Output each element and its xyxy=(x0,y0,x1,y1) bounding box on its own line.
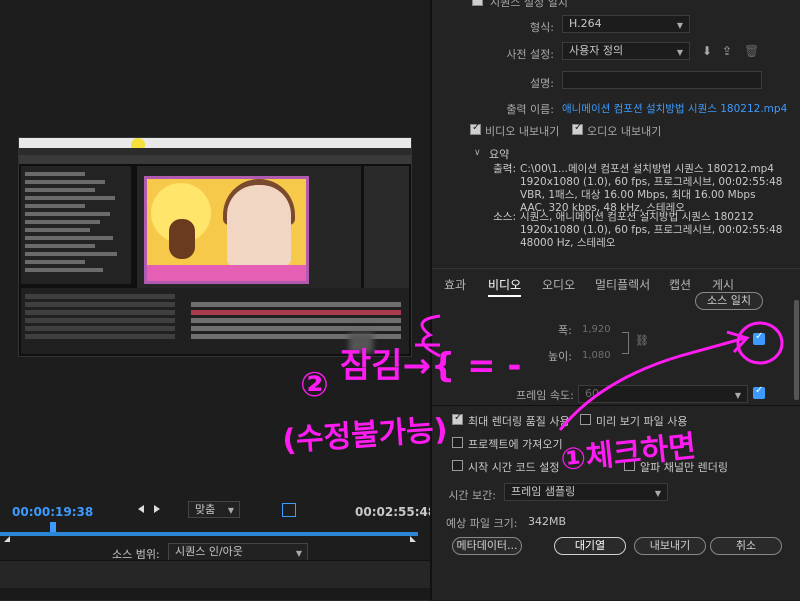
summary-output-line-3: VBR, 1패스, 대상 16.00 Mbps, 최대 16.00 Mbps xyxy=(520,189,756,201)
chevron-down-icon: ▼ xyxy=(734,391,741,400)
source-range-bar[interactable] xyxy=(0,532,418,536)
export-settings-panel: 시퀀스 설정 일치 형식: H.264▼ 사전 설정: 사용자 정의▼ ⬇ ⇪ … xyxy=(430,0,800,600)
chain-link-icon[interactable]: ⛓ xyxy=(635,334,649,347)
summary-output-line-2: 1920x1080 (1.0), 60 fps, 프로그레시브, 00:02:5… xyxy=(520,176,783,188)
fit-select-value: 맞춤 xyxy=(195,503,216,516)
frame-rate-label: 프레임 속도: xyxy=(516,389,574,402)
preview-panel: 00:00:19:38 맞춤 ▼ 00:02:55:48 소스 범위: 시퀀스 인… xyxy=(0,0,436,561)
preview-titlebar xyxy=(19,138,411,148)
tab-audio[interactable]: 오디오 xyxy=(542,276,575,293)
match-frame-rate-checkbox[interactable] xyxy=(753,385,765,399)
import-into-project-checkbox[interactable] xyxy=(452,437,463,448)
fit-select[interactable]: 맞춤 ▼ xyxy=(188,501,240,518)
settings-scrollbar[interactable] xyxy=(794,300,799,400)
summary-source-label: 소스: xyxy=(493,211,516,223)
preset-value: 사용자 정의 xyxy=(569,44,624,57)
current-time-display[interactable]: 00:00:19:38 xyxy=(12,505,93,519)
import-into-project-label: 프로젝트에 가져오기 xyxy=(468,438,563,451)
tab-multiplexer[interactable]: 멀티플렉서 xyxy=(595,276,650,293)
end-time-display: 00:02:55:48 xyxy=(355,505,437,519)
format-label: 형식: xyxy=(530,21,554,34)
preview-toolbar xyxy=(19,155,411,164)
artwork-floor xyxy=(147,265,306,281)
mark-in-icon[interactable] xyxy=(138,505,144,513)
preview-right-column xyxy=(364,166,409,288)
chevron-down-icon: ▼ xyxy=(676,48,683,57)
preview-artwork xyxy=(144,176,309,284)
max-render-quality-label: 최대 렌더링 품질 사용 xyxy=(468,415,570,428)
artwork-character xyxy=(169,219,195,259)
annotation-circle-two: ② xyxy=(300,365,329,405)
time-interpolation-label: 시간 보간: xyxy=(448,489,496,502)
use-previews-checkbox[interactable] xyxy=(580,414,591,425)
file-size-value: 342MB xyxy=(528,515,567,528)
preset-label: 사전 설정: xyxy=(506,48,554,61)
format-select[interactable]: H.264 ▼ xyxy=(562,15,690,33)
export-audio-checkbox[interactable] xyxy=(572,122,583,135)
chevron-down-icon: ▼ xyxy=(227,506,234,515)
aspect-toggle-button[interactable] xyxy=(282,503,296,517)
output-name-link[interactable]: 애니메이션 컴포션 설치방법 시퀀스 180212.mp4 xyxy=(562,101,787,116)
metadata-button[interactable]: 메타데이터... xyxy=(452,537,522,555)
chevron-down-icon: ▼ xyxy=(676,21,683,30)
summary-title: 요약 xyxy=(489,148,510,161)
export-button[interactable]: 내보내기 xyxy=(634,537,706,555)
save-preset-icon[interactable]: ⬇ xyxy=(702,44,712,58)
set-start-timecode-checkbox[interactable] xyxy=(452,460,463,471)
divider xyxy=(432,268,800,269)
frame-rate-select[interactable]: 60 ▼ xyxy=(578,385,748,403)
range-start-handle-icon[interactable] xyxy=(4,536,10,542)
match-dimensions-checkbox[interactable] xyxy=(753,331,765,345)
max-render-quality-checkbox[interactable] xyxy=(452,412,463,425)
time-interpolation-select[interactable]: 프레임 샘플링 ▼ xyxy=(504,483,668,501)
mark-out-icon[interactable] xyxy=(154,505,160,513)
set-start-timecode-label: 시작 시간 코드 설정 xyxy=(468,461,560,474)
width-label: 폭: xyxy=(558,324,572,337)
artwork-girl xyxy=(227,185,291,267)
range-end-handle-icon[interactable] xyxy=(410,536,416,542)
preview-menubar xyxy=(19,148,411,155)
export-video-checkbox[interactable] xyxy=(470,122,481,135)
frame-rate-value: 60 xyxy=(585,387,599,400)
summary-output-label: 출력: xyxy=(493,163,516,175)
dimension-link-bracket xyxy=(622,332,629,354)
match-sequence-checkbox[interactable] xyxy=(472,0,483,6)
cancel-button[interactable]: 취소 xyxy=(710,537,782,555)
delete-preset-icon[interactable]: 🗑 xyxy=(744,44,759,58)
export-video-label: 비디오 내보내기 xyxy=(485,125,560,138)
time-interpolation-value: 프레임 샘플링 xyxy=(511,485,576,498)
comments-input[interactable] xyxy=(562,71,762,89)
height-label: 높이: xyxy=(548,350,572,363)
preset-select[interactable]: 사용자 정의 ▼ xyxy=(562,42,690,60)
tab-video[interactable]: 비디오 xyxy=(488,276,522,297)
playhead-icon[interactable] xyxy=(50,522,56,532)
export-audio-label: 오디오 내보내기 xyxy=(587,125,662,138)
file-size-label: 예상 파일 크기: xyxy=(446,517,518,530)
comments-label: 설명: xyxy=(530,77,554,90)
summary-source-line-3: 48000 Hz, 스테레오 xyxy=(520,237,616,249)
source-range-select[interactable]: 시퀀스 인/아웃 ▼ xyxy=(168,543,308,561)
queue-button[interactable]: 대기열 xyxy=(554,537,626,555)
source-preview-image xyxy=(18,137,412,357)
summary-output-line-1: C:\00\1...메이션 컴포션 설치방법 시퀀스 180212.mp4 xyxy=(520,163,774,175)
match-source-button[interactable]: 소스 일치 xyxy=(695,292,763,310)
tab-effects[interactable]: 효과 xyxy=(444,276,466,293)
height-value[interactable]: 1,080 xyxy=(582,350,611,361)
summary-source-line-1: 시퀀스, 애니메이션 컴포션 설치방법 시퀀스 180212 xyxy=(520,211,754,223)
width-value[interactable]: 1,920 xyxy=(582,324,611,335)
summary-collapse-icon[interactable]: ∨ xyxy=(474,148,481,158)
annotation-locked: 잠김→{ = - xyxy=(340,346,522,386)
import-preset-icon[interactable]: ⇪ xyxy=(722,44,732,58)
chevron-down-icon: ▼ xyxy=(654,489,661,498)
tab-publish[interactable]: 게시 xyxy=(712,276,734,293)
source-range-value: 시퀀스 인/아웃 xyxy=(175,545,243,558)
tab-captions[interactable]: 캡션 xyxy=(669,276,691,293)
match-sequence-label: 시퀀스 설정 일치 xyxy=(490,0,568,9)
summary-source-line-2: 1920x1080 (1.0), 60 fps, 프로그레시브, 00:02:5… xyxy=(520,224,783,236)
format-value: H.264 xyxy=(569,17,602,30)
divider xyxy=(432,405,800,406)
output-name-label: 출력 이름: xyxy=(506,103,554,116)
preview-project-tree xyxy=(21,166,131,284)
